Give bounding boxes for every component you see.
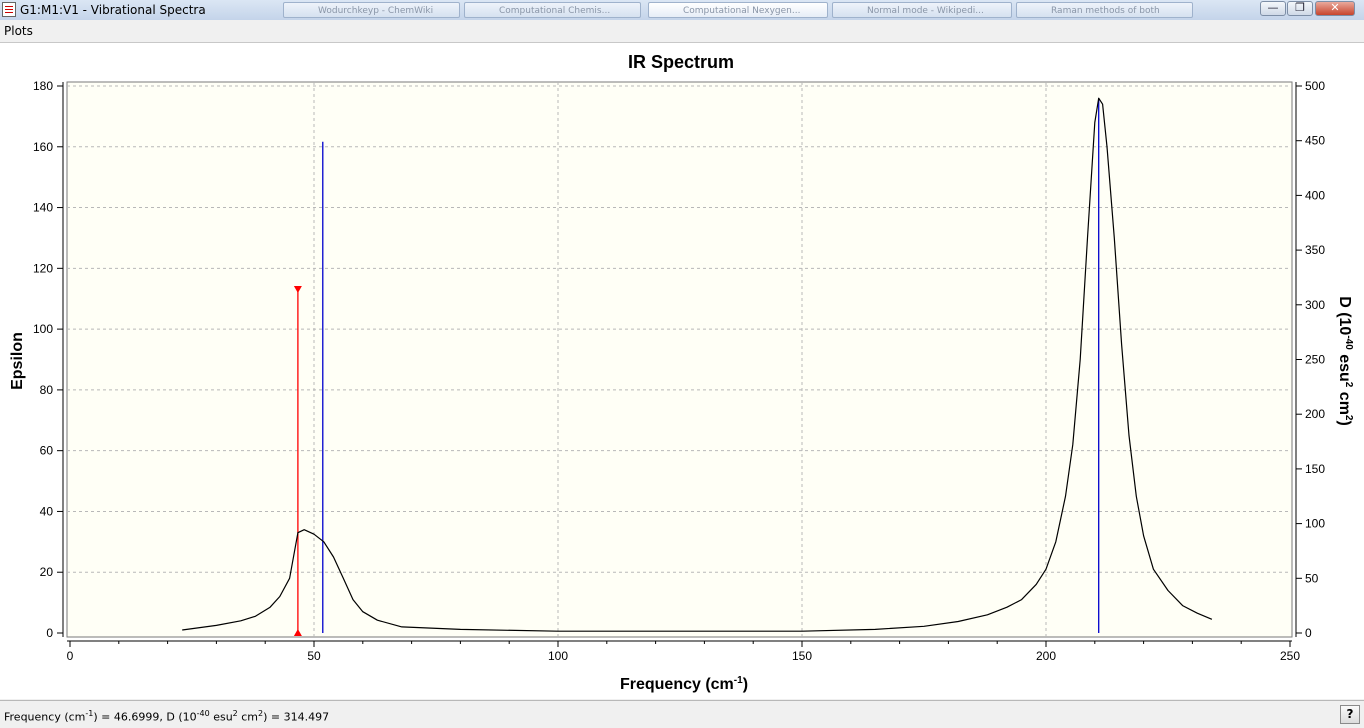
x-tick-label: 50 xyxy=(307,649,321,663)
x-axis-label: Frequency (cm-1) xyxy=(620,675,748,693)
y2-tick-label: 300 xyxy=(1305,298,1325,312)
window-title: G1:M1:V1 - Vibrational Spectra xyxy=(20,3,206,17)
x-tick-label: 250 xyxy=(1280,649,1300,663)
y2-tick-label: 50 xyxy=(1305,571,1319,585)
y2-tick-label: 450 xyxy=(1305,134,1325,148)
y-axis-label: Epsilon xyxy=(9,332,26,390)
x-tick-label: 200 xyxy=(1036,649,1056,663)
plot-area[interactable]: 0 50 100 150 200 250 0 20 40 60 80 100 120 140 160 180 0… xyxy=(0,43,1364,699)
taskbar-tab-2[interactable]: Computational Chemis... xyxy=(464,2,641,18)
title-bar: G1:M1:V1 - Vibrational Spectra Wodurchke… xyxy=(0,0,1364,21)
y-tick-label: 40 xyxy=(40,504,54,518)
y-tick-label: 20 xyxy=(40,565,54,579)
maximize-button[interactable]: ❐ xyxy=(1287,1,1313,16)
x-tick-label: 150 xyxy=(792,649,812,663)
menu-plots[interactable]: Plots xyxy=(4,24,33,38)
taskbar-tab-4[interactable]: Normal mode - Wikipedi... xyxy=(832,2,1012,18)
y2-tick-label: 250 xyxy=(1305,353,1325,367)
y-tick-label: 0 xyxy=(46,626,53,640)
taskbar-tab-3[interactable]: Computational Nexygen... xyxy=(648,2,828,18)
y-tick-label: 180 xyxy=(33,79,53,93)
y2-tick-label: 0 xyxy=(1305,626,1312,640)
taskbar-tab-5[interactable]: Raman methods of both xyxy=(1016,2,1193,18)
ir-spectrum-chart[interactable]: 0 50 100 150 200 250 0 20 40 60 80 100 120 140 160 180 0… xyxy=(0,43,1364,699)
x-tick-label: 100 xyxy=(548,649,568,663)
status-bar: Frequency (cm-1) = 46.6999, D (10-40 esu… xyxy=(0,700,1364,728)
taskbar-tab-1[interactable]: Wodurchkeyp - ChemWiki xyxy=(283,2,460,18)
status-readout: Frequency (cm-1) = 46.6999, D (10-40 esu… xyxy=(4,709,330,724)
help-button[interactable]: ? xyxy=(1340,705,1360,724)
menu-bar: Plots xyxy=(0,20,1364,43)
y-tick-label: 80 xyxy=(40,383,54,397)
y2-tick-label: 100 xyxy=(1305,517,1325,531)
y2-tick-label: 200 xyxy=(1305,407,1325,421)
y2-tick-label: 400 xyxy=(1305,188,1325,202)
close-button[interactable]: ✕ xyxy=(1315,1,1355,16)
x-tick-label: 0 xyxy=(67,649,74,663)
app-icon xyxy=(2,2,16,17)
y-tick-label: 160 xyxy=(33,140,53,154)
y2-tick-label: 150 xyxy=(1305,462,1325,476)
y-tick-label: 140 xyxy=(33,201,53,215)
y2-tick-label: 500 xyxy=(1305,79,1325,93)
y-tick-label: 120 xyxy=(33,261,53,275)
chart-title: IR Spectrum xyxy=(628,52,734,72)
y-tick-label: 100 xyxy=(33,322,53,336)
y-tick-label: 60 xyxy=(40,444,54,458)
minimize-button[interactable]: — xyxy=(1260,1,1286,16)
y2-axis-label: D (10-40 esu2 cm2) xyxy=(1336,296,1354,426)
y2-tick-label: 350 xyxy=(1305,243,1325,257)
